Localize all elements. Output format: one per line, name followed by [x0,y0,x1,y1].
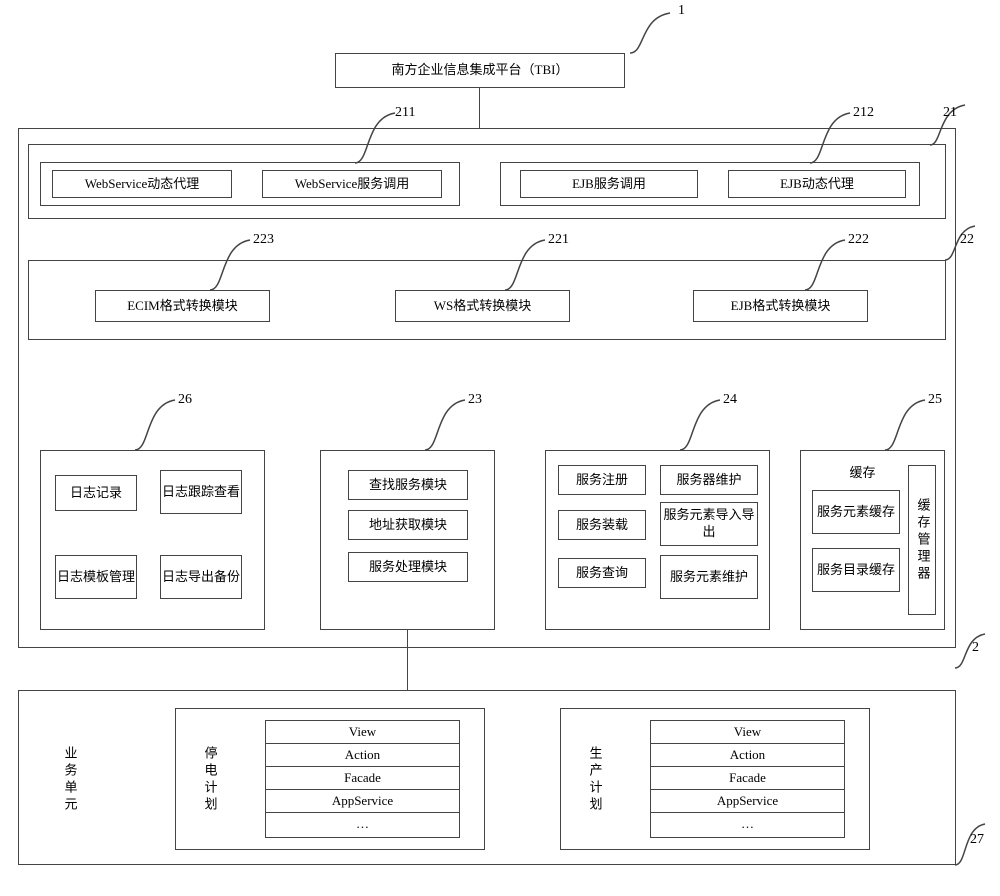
p2-appservice: AppService [651,790,844,813]
label-211: 211 [395,105,415,121]
label-21: 21 [943,105,957,121]
svc-dir-cache: 服务目录缓存 [812,548,900,592]
find-service: 查找服务模块 [348,470,468,500]
top-title: 南方企业信息集成平台（TBI） [335,53,625,88]
plan1-label: 停电计划 [198,725,222,835]
ejb-dynamic-proxy: EJB动态代理 [728,170,906,198]
p1-view: View [266,721,459,744]
label-223: 223 [253,232,274,248]
svc-register: 服务注册 [558,465,646,495]
plan2-stack: View Action Facade AppService … [650,720,845,838]
svc-elem-maint: 服务元素维护 [660,555,758,599]
log-export-backup: 日志导出备份 [160,555,242,599]
label-212: 212 [853,105,874,121]
svc-elem-io: 服务元素导入导出 [660,502,758,546]
label-221: 221 [548,232,569,248]
log-track-view: 日志跟踪查看 [160,470,242,514]
svc-query: 服务查询 [558,558,646,588]
plan2-label: 生产计划 [583,725,607,835]
ejb-service-call: EJB服务调用 [520,170,698,198]
log-template-mgmt: 日志模板管理 [55,555,137,599]
addr-acquire: 地址获取模块 [348,510,468,540]
log-record: 日志记录 [55,475,137,511]
label-26: 26 [178,392,192,408]
ecim-conv: ECIM格式转换模块 [95,290,270,322]
svc-load: 服务装载 [558,510,646,540]
ejb-conv: EJB格式转换模块 [693,290,868,322]
p2-action: Action [651,744,844,767]
label-222: 222 [848,232,869,248]
cache-title: 缓存 [820,462,905,481]
cache-manager: 缓存管理器 [908,465,936,615]
label-23: 23 [468,392,482,408]
server-maint: 服务器维护 [660,465,758,495]
ws-conv: WS格式转换模块 [395,290,570,322]
p2-more: … [651,813,844,835]
p2-facade: Facade [651,767,844,790]
label-2: 2 [972,640,979,656]
p1-more: … [266,813,459,835]
ws-dynamic-proxy: WebService动态代理 [52,170,232,198]
label-22: 22 [960,232,974,248]
label-25: 25 [928,392,942,408]
p2-view: View [651,721,844,744]
biz-unit-label: 业务单元 [55,720,85,840]
label-1: 1 [678,3,685,19]
p1-appservice: AppService [266,790,459,813]
svc-elem-cache: 服务元素缓存 [812,490,900,534]
svc-process: 服务处理模块 [348,552,468,582]
p1-action: Action [266,744,459,767]
label-24: 24 [723,392,737,408]
label-27: 27 [970,832,984,848]
ws-service-call: WebService服务调用 [262,170,442,198]
lead-2 [955,630,1000,685]
plan1-stack: View Action Facade AppService … [265,720,460,838]
p1-facade: Facade [266,767,459,790]
lead-1 [630,8,680,63]
